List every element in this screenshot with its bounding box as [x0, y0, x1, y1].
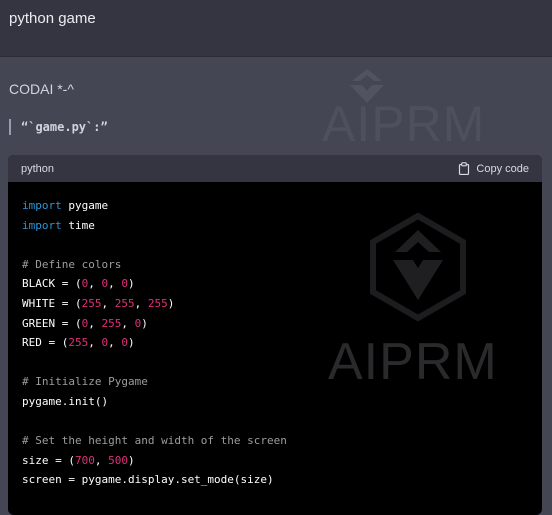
code-token: screen = pygame.display.set_mode(size)	[22, 473, 274, 487]
code-token: import	[22, 199, 62, 212]
code-token: ,	[101, 296, 115, 310]
code-token: pygame.init()	[22, 394, 109, 408]
code-token: )	[127, 277, 135, 291]
code-token: )	[167, 296, 175, 310]
code-token: 255	[81, 296, 102, 310]
assistant-byline: CODAI *-^	[9, 81, 74, 97]
code-line: # Initialize Pygame	[22, 372, 528, 392]
code-token: ,	[121, 316, 135, 330]
code-token: 700	[74, 453, 95, 467]
code-token: ,	[108, 277, 122, 291]
code-token: )	[127, 453, 135, 467]
code-line: WHITE = (255, 255, 255)	[22, 294, 528, 314]
code-line: # Set the height and width of the screen	[22, 431, 528, 451]
code-block: python Copy code AIPRM import pygame impo…	[8, 155, 542, 515]
code-token: # Set the height and width of the screen	[22, 434, 287, 448]
code-token: # Initialize Pygame	[22, 375, 148, 389]
clipboard-icon	[459, 162, 470, 175]
code-token: size = (	[22, 453, 75, 467]
copy-code-button[interactable]: Copy code	[458, 162, 529, 175]
blockquote-text: “`game.py`:”	[21, 120, 108, 134]
code-header: python Copy code	[8, 155, 542, 182]
assistant-message: AIPRM CODAI *-^ “`game.py`:” python Copy…	[0, 57, 552, 515]
code-line: RED = (255, 0, 0)	[22, 333, 528, 353]
code-line: # Define colors	[22, 255, 528, 275]
code-line: import pygame	[22, 196, 528, 216]
code-line: size = (700, 500)	[22, 451, 528, 471]
code-token: 0	[121, 277, 128, 291]
code-token: import	[22, 218, 62, 232]
code-token: 255	[114, 296, 135, 310]
code-token: # Define colors	[22, 257, 122, 271]
user-message-text: python game	[9, 10, 96, 27]
code-token: 0	[121, 336, 128, 350]
code-content: import pygame import time # Define colors…	[22, 196, 528, 490]
code-token: ,	[108, 336, 122, 350]
blockquote-bar	[9, 119, 11, 135]
code-token: ,	[88, 277, 102, 291]
code-line: screen = pygame.display.set_mode(size)	[22, 470, 528, 490]
code-token: ,	[94, 453, 109, 467]
code-token: 255	[101, 316, 122, 330]
code-line: import time	[22, 216, 528, 236]
code-token: ,	[88, 316, 102, 330]
code-token: ,	[134, 296, 148, 310]
code-token: 255	[147, 296, 168, 310]
code-token: pygame	[61, 199, 109, 212]
user-message: python game	[0, 0, 552, 57]
code-token: BLACK = (	[22, 277, 82, 291]
code-token: ,	[88, 336, 102, 350]
code-token: 255	[68, 336, 89, 350]
code-token: time	[61, 218, 95, 232]
code-language: python	[21, 162, 55, 175]
code-token: 500	[108, 453, 128, 467]
code-line: BLACK = (0, 0, 0)	[22, 274, 528, 294]
code-body: AIPRM import pygame import time # Define …	[8, 182, 542, 515]
code-token: RED = (	[22, 336, 69, 350]
code-token: )	[141, 316, 148, 330]
copy-code-label: Copy code	[476, 162, 529, 175]
code-token: WHITE = (	[22, 296, 82, 310]
code-line: pygame.init()	[22, 392, 528, 412]
aiprm-watermark-text: AIPRM	[322, 96, 486, 152]
code-token: )	[127, 336, 135, 350]
code-token: GREEN = (	[22, 316, 82, 330]
code-line: GREEN = (0, 255, 0)	[22, 314, 528, 334]
